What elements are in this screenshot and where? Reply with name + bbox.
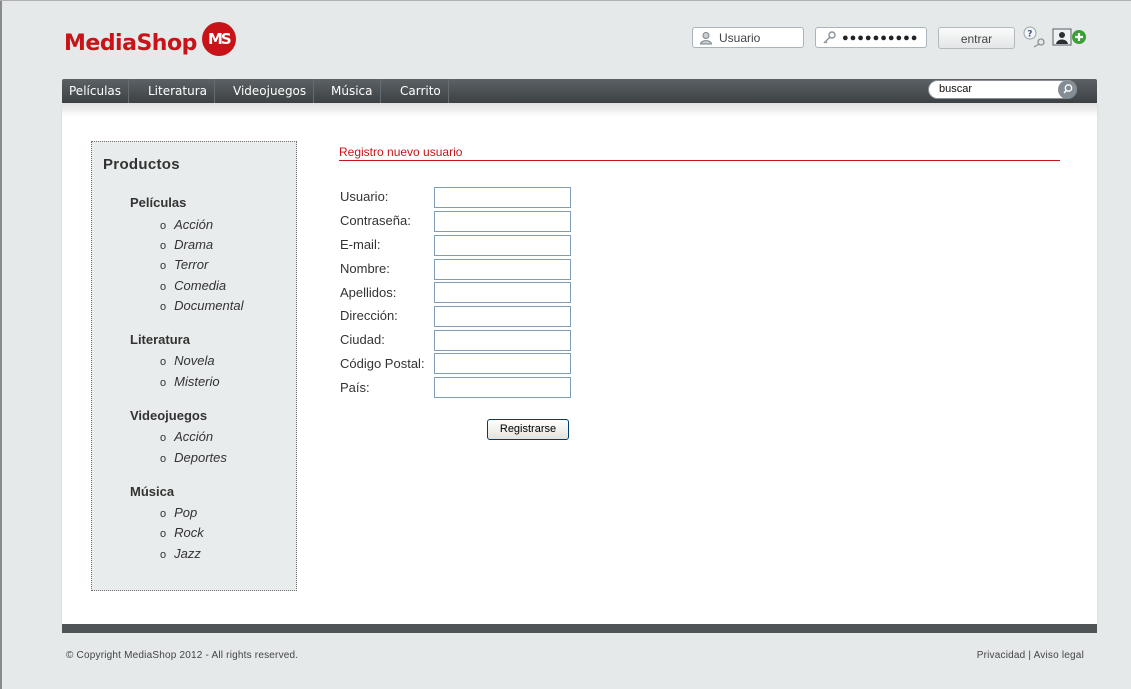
search-input[interactable]: buscar	[928, 80, 1077, 99]
field-label: Código Postal:	[340, 356, 425, 371]
subcategory-item[interactable]: Pop	[160, 505, 197, 520]
register-button[interactable]: Registrarse	[487, 419, 569, 440]
direccion-input[interactable]	[434, 306, 571, 327]
window-border-top	[0, 0, 1131, 1]
brand-mark-icon: MS	[201, 22, 236, 56]
login-button[interactable]: entrar	[938, 27, 1015, 49]
subcategory-item[interactable]: Misterio	[160, 374, 220, 389]
ciudad-input[interactable]	[434, 330, 571, 351]
legal-links[interactable]: Privacidad | Aviso legal	[977, 650, 1084, 661]
subcategory-item[interactable]: Rock	[160, 525, 204, 540]
brand-logo[interactable]: MediaShop MS	[64, 22, 236, 60]
subcategory-item[interactable]: Documental	[160, 298, 243, 313]
subcategory-item[interactable]: Deportes	[160, 450, 227, 465]
add-user-icon[interactable]	[1052, 27, 1088, 47]
nombre-input[interactable]	[434, 259, 571, 280]
search-icon[interactable]	[1058, 80, 1077, 99]
svg-text:?: ?	[1027, 30, 1032, 40]
category-literatura[interactable]: Literatura	[130, 332, 190, 347]
user-icon	[699, 31, 713, 44]
copyright-text: © Copyright MediaShop 2012 - All rights …	[66, 650, 299, 661]
password-value: ●●●●●●●●●●	[842, 31, 919, 44]
brand-name: MediaShop	[64, 30, 197, 56]
usuario-input[interactable]	[434, 187, 571, 208]
codigo-postal-input[interactable]	[434, 353, 571, 374]
category-musica[interactable]: Música	[130, 484, 174, 499]
nav-shadow	[62, 103, 1097, 117]
subcategory-item[interactable]: Comedia	[160, 278, 226, 293]
pais-input[interactable]	[434, 377, 571, 398]
subcategory-item[interactable]: Acción	[160, 429, 213, 444]
field-label: Nombre:	[340, 261, 390, 276]
sidebar-title: Productos	[103, 156, 180, 173]
field-label: E-mail:	[340, 237, 381, 252]
subcategory-item[interactable]: Novela	[160, 353, 214, 368]
username-placeholder: Usuario	[719, 30, 761, 45]
field-label: Apellidos:	[340, 285, 397, 300]
password-input[interactable]	[434, 211, 571, 232]
subcategory-item[interactable]: Drama	[160, 237, 213, 252]
subcategory-item[interactable]: Terror	[160, 257, 208, 272]
nav-videojuegos[interactable]: Videojuegos	[226, 79, 315, 103]
field-label: Ciudad:	[340, 332, 385, 347]
category-videojuegos[interactable]: Videojuegos	[130, 408, 207, 423]
nav-peliculas[interactable]: Películas	[62, 79, 130, 103]
subcategory-item[interactable]: Acción	[160, 217, 213, 232]
field-label: Dirección:	[340, 308, 398, 323]
nav-literatura[interactable]: Literatura	[141, 79, 215, 103]
category-peliculas[interactable]: Películas	[130, 195, 186, 210]
password-field[interactable]: ●●●●●●●●●●	[815, 27, 927, 48]
username-field[interactable]: Usuario	[692, 27, 804, 48]
help-icon[interactable]: ?	[1023, 26, 1047, 48]
footer-bar	[62, 624, 1097, 633]
nav-musica[interactable]: Música	[324, 79, 381, 103]
field-label: País:	[340, 380, 370, 395]
email-input[interactable]	[434, 235, 571, 256]
nav-carrito[interactable]: Carrito	[393, 79, 449, 103]
window-border	[0, 0, 2, 689]
field-label: Contraseña:	[340, 213, 411, 228]
apellidos-input[interactable]	[434, 282, 571, 303]
form-title: Registro nuevo usuario	[339, 145, 463, 159]
subcategory-item[interactable]: Jazz	[160, 546, 201, 561]
key-icon	[823, 30, 836, 43]
form-title-divider	[339, 160, 1060, 161]
field-label: Usuario:	[340, 189, 389, 204]
